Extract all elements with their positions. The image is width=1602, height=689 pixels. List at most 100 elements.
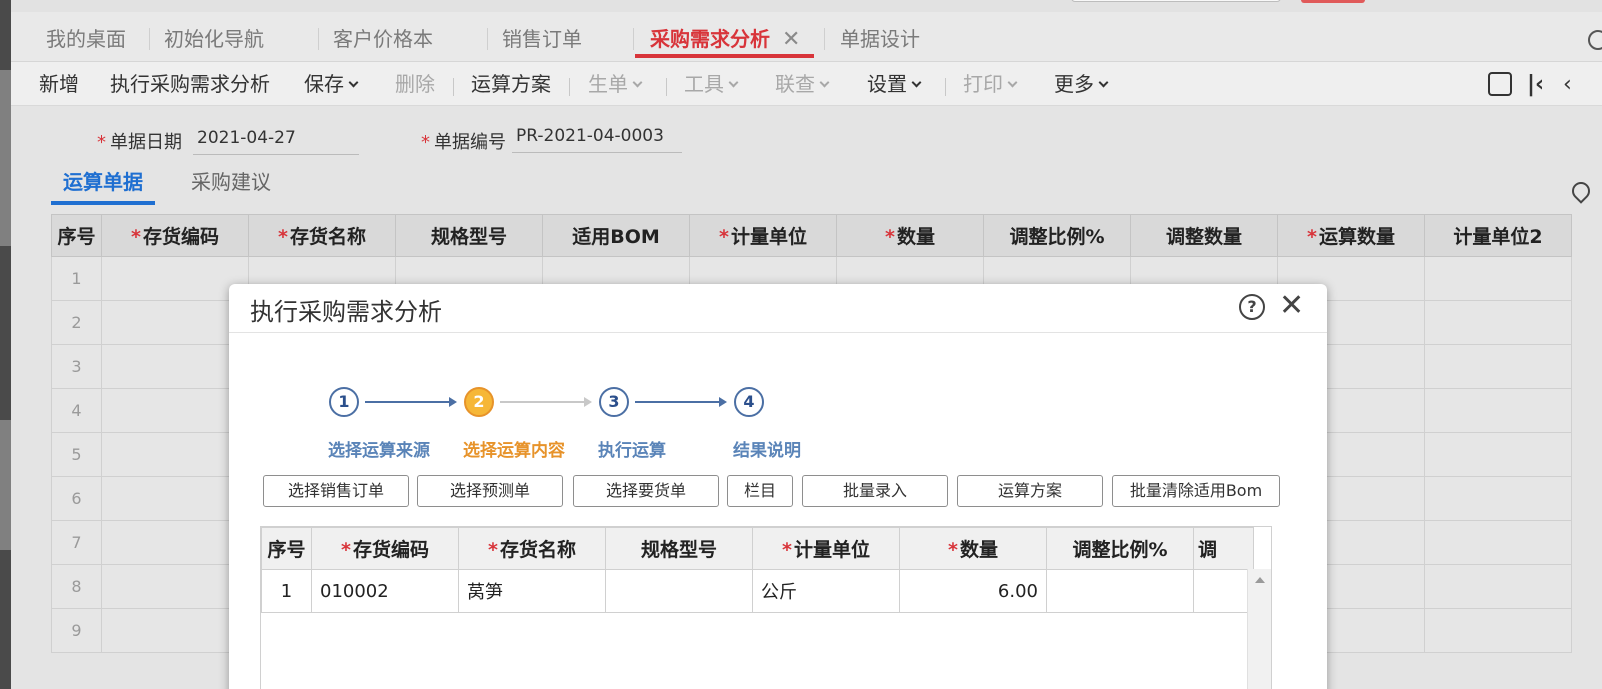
step-4-indicator: 4 bbox=[734, 387, 764, 417]
first-record-icon[interactable]: |‹ bbox=[1527, 74, 1544, 96]
grid-cell[interactable] bbox=[101, 300, 249, 345]
grid-cell[interactable] bbox=[101, 520, 249, 565]
item-code-cell[interactable]: 010002 bbox=[311, 569, 459, 613]
col-header[interactable]: * 存货名称 bbox=[248, 214, 396, 257]
tab-customer-price-book[interactable]: 客户价格本 bbox=[333, 24, 433, 58]
col-header[interactable]: * 数量 bbox=[899, 527, 1047, 570]
grid-cell[interactable] bbox=[1424, 608, 1572, 653]
grid-cell[interactable] bbox=[1424, 520, 1572, 565]
step-arrow-icon bbox=[584, 397, 592, 407]
tab-divider bbox=[487, 28, 488, 50]
close-icon[interactable]: ✕ bbox=[1279, 288, 1304, 324]
select-sales-order-button[interactable]: 选择销售订单 bbox=[263, 475, 409, 507]
save-menu-button[interactable]: 保存 bbox=[304, 70, 359, 98]
grid-cell[interactable] bbox=[101, 608, 249, 653]
help-icon[interactable]: ? bbox=[1239, 294, 1265, 320]
step-1-indicator: 1 bbox=[329, 387, 359, 417]
grid-cell[interactable] bbox=[1424, 432, 1572, 477]
grid-cell[interactable] bbox=[101, 564, 249, 609]
tab-document-design[interactable]: 单据设计 bbox=[840, 24, 920, 58]
col-header[interactable]: * 存货编码 bbox=[101, 214, 249, 257]
calc-plan-dialog-button[interactable]: 运算方案 bbox=[957, 475, 1103, 507]
subtab-purchase-suggestions[interactable]: 采购建议 bbox=[191, 166, 271, 195]
grid-cell[interactable] bbox=[101, 388, 249, 433]
date-label: * 单据日期 bbox=[97, 128, 182, 154]
print-menu-button[interactable]: 打印 bbox=[963, 70, 1018, 98]
spec-cell[interactable] bbox=[605, 569, 753, 613]
grid-cell[interactable] bbox=[1424, 256, 1572, 301]
table-row[interactable]: 1 010002 莴笋 公斤 6.00 bbox=[261, 569, 1254, 613]
tools-menu-button[interactable]: 工具 bbox=[684, 70, 739, 98]
unit-cell[interactable]: 公斤 bbox=[752, 569, 900, 613]
preview-icon[interactable] bbox=[1488, 72, 1512, 96]
batch-entry-button[interactable]: 批量录入 bbox=[802, 475, 948, 507]
vertical-scrollbar[interactable] bbox=[1247, 569, 1271, 689]
tab-close-icon[interactable]: ✕ bbox=[782, 27, 800, 52]
col-header[interactable]: * 运算数量 bbox=[1277, 214, 1425, 257]
new-button[interactable]: 新增 bbox=[39, 70, 79, 98]
ratio-cell[interactable] bbox=[1046, 569, 1194, 613]
col-header[interactable]: 序号 bbox=[51, 214, 102, 257]
col-header[interactable]: 调 bbox=[1193, 527, 1254, 570]
required-mark: * bbox=[1307, 226, 1317, 248]
col-header[interactable]: 适用BOM bbox=[542, 214, 690, 257]
location-pin-icon[interactable] bbox=[1568, 178, 1594, 204]
chevron-down-icon bbox=[728, 77, 739, 88]
select-requisition-button[interactable]: 选择要货单 bbox=[573, 475, 719, 507]
item-name-cell[interactable]: 莴笋 bbox=[458, 569, 606, 613]
col-header[interactable]: 规格型号 bbox=[605, 527, 753, 570]
search-icon[interactable] bbox=[1588, 30, 1602, 50]
grid-cell[interactable] bbox=[1424, 564, 1572, 609]
col-header[interactable]: 序号 bbox=[261, 527, 312, 570]
col-header[interactable]: * 存货名称 bbox=[458, 527, 606, 570]
select-forecast-button[interactable]: 选择预测单 bbox=[417, 475, 563, 507]
grid-cell[interactable] bbox=[101, 432, 249, 477]
settings-menu-button[interactable]: 设置 bbox=[867, 70, 922, 98]
grid-cell[interactable] bbox=[1424, 388, 1572, 433]
grid-cell[interactable] bbox=[101, 344, 249, 389]
subtab-calc-documents[interactable]: 运算单据 bbox=[51, 166, 155, 205]
top-search-box[interactable] bbox=[1071, 0, 1281, 2]
date-field[interactable]: 2021-04-27 bbox=[193, 128, 359, 155]
col-header[interactable]: * 计量单位 bbox=[689, 214, 837, 257]
grid-cell[interactable] bbox=[1424, 476, 1572, 521]
col-header[interactable]: 规格型号 bbox=[395, 214, 543, 257]
top-red-badge[interactable] bbox=[1301, 0, 1365, 3]
calc-plan-button[interactable]: 运算方案 bbox=[471, 70, 551, 98]
adjust-cell[interactable] bbox=[1193, 569, 1254, 613]
col-header-label: 计量单位 bbox=[793, 539, 870, 561]
col-header[interactable]: * 存货编码 bbox=[311, 527, 459, 570]
tab-divider bbox=[318, 28, 319, 50]
col-header[interactable]: * 数量 bbox=[836, 214, 984, 257]
grid-cell[interactable] bbox=[101, 476, 249, 521]
batch-clear-bom-button[interactable]: 批量清除适用Bom bbox=[1112, 475, 1280, 507]
prev-record-icon[interactable]: ‹ bbox=[1563, 74, 1572, 96]
col-header[interactable]: 调整比例% bbox=[1046, 527, 1194, 570]
tab-my-desktop[interactable]: 我的桌面 bbox=[46, 24, 126, 58]
tab-init-nav[interactable]: 初始化导航 bbox=[164, 24, 264, 58]
scroll-up-icon[interactable] bbox=[1255, 577, 1265, 583]
doc-no-field[interactable]: PR-2021-04-0003 bbox=[512, 126, 682, 153]
grid-cell[interactable] bbox=[101, 256, 249, 301]
required-mark: * bbox=[131, 226, 141, 248]
tab-sales-order[interactable]: 销售订单 bbox=[502, 24, 582, 58]
generate-menu-button[interactable]: 生单 bbox=[588, 70, 643, 98]
more-menu-button[interactable]: 更多 bbox=[1054, 70, 1109, 98]
grid-cell[interactable] bbox=[1424, 300, 1572, 345]
delete-button[interactable]: 删除 bbox=[395, 70, 435, 98]
col-header[interactable]: 计量单位2 bbox=[1424, 214, 1572, 257]
quantity-cell[interactable]: 6.00 bbox=[899, 569, 1047, 613]
settings-label: 设置 bbox=[867, 72, 907, 96]
app-window: 我的桌面 初始化导航 客户价格本 销售订单 采购需求分析 ✕ 单据设计 新增 执行… bbox=[11, 0, 1602, 689]
col-header-label: 适用BOM bbox=[572, 226, 660, 248]
col-header-label: 调整数量 bbox=[1165, 226, 1242, 248]
grid-cell[interactable] bbox=[1424, 344, 1572, 389]
columns-button[interactable]: 栏目 bbox=[727, 475, 793, 507]
tab-purchase-demand-analysis[interactable]: 采购需求分析 ✕ bbox=[635, 24, 815, 58]
linked-query-menu-button[interactable]: 联查 bbox=[775, 70, 830, 98]
col-header[interactable]: * 计量单位 bbox=[752, 527, 900, 570]
col-header[interactable]: 调整数量 bbox=[1130, 214, 1278, 257]
exec-analysis-button[interactable]: 执行采购需求分析 bbox=[110, 70, 270, 98]
toolbar-divider bbox=[945, 78, 946, 96]
col-header[interactable]: 调整比例% bbox=[983, 214, 1131, 257]
